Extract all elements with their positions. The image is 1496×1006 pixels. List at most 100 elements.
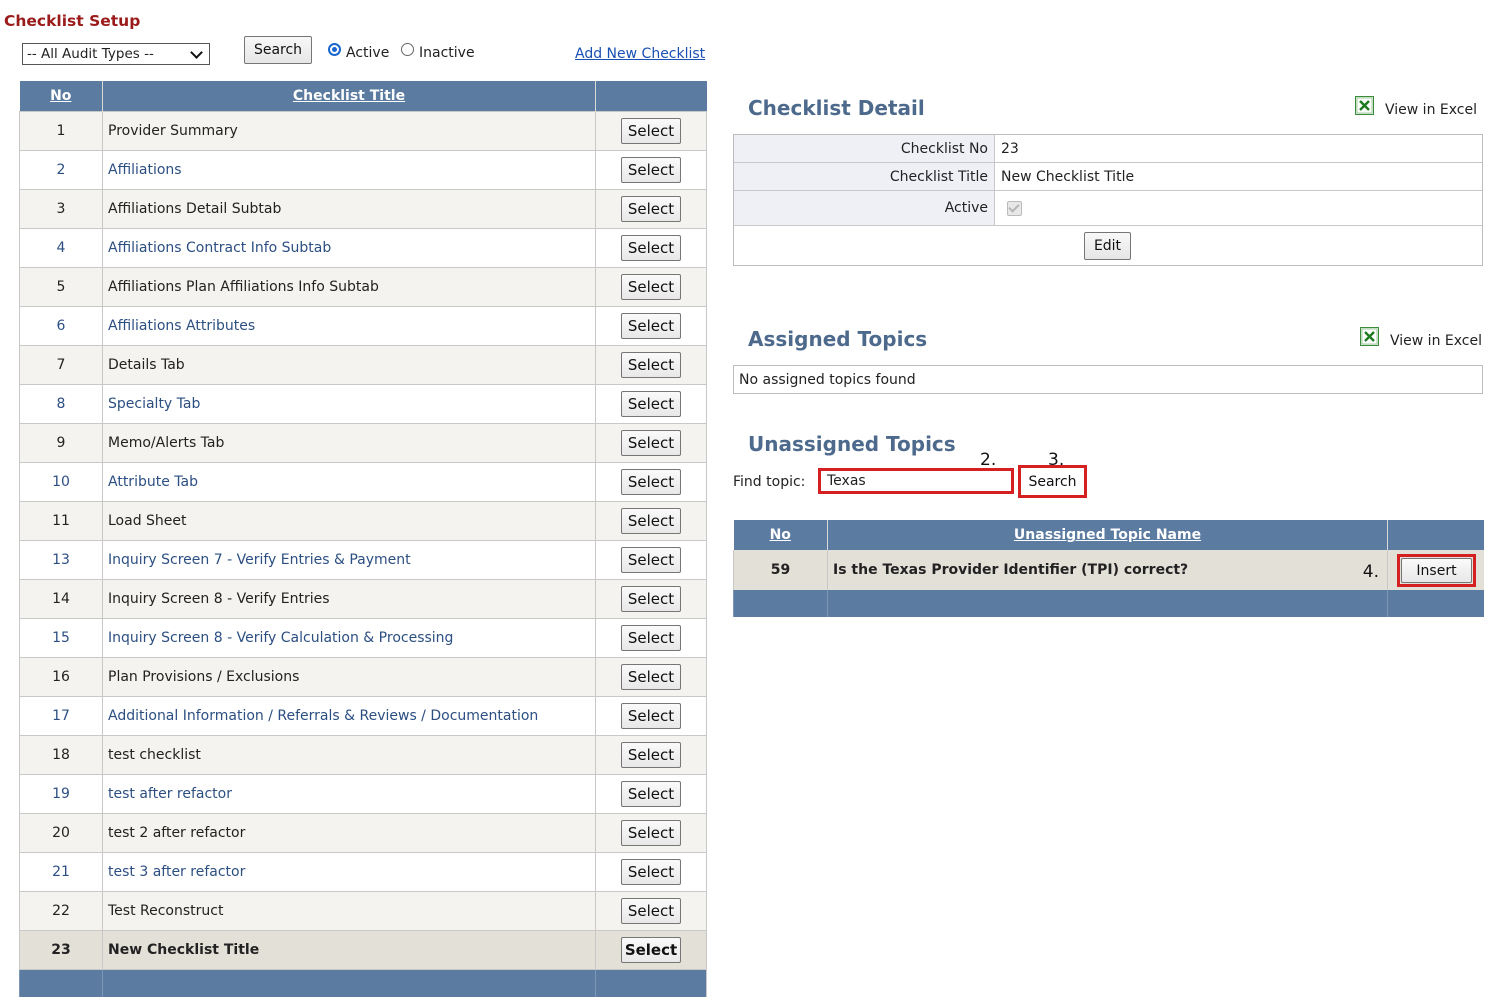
checklist-title: test 3 after refactor bbox=[102, 852, 596, 892]
select-button[interactable]: Select bbox=[621, 313, 681, 339]
inactive-radio[interactable] bbox=[401, 43, 414, 56]
checklist-no: 7 bbox=[19, 345, 103, 385]
search-button[interactable]: Search bbox=[244, 36, 312, 64]
col-header-action bbox=[595, 81, 707, 112]
col-header-no[interactable]: No bbox=[19, 81, 103, 112]
step-2-annotation: 2. bbox=[980, 450, 997, 470]
checklist-detail-panel: Checklist No 23 Checklist Title New Chec… bbox=[733, 134, 1483, 266]
col-header-no[interactable]: No bbox=[733, 520, 828, 550]
checklist-table: No Checklist Title 1 Provider Summary Sele… bbox=[19, 81, 707, 997]
select-button[interactable]: Select bbox=[621, 664, 681, 690]
detail-view-excel-link[interactable]: View in Excel bbox=[1385, 102, 1477, 118]
chevron-down-icon bbox=[190, 45, 203, 59]
edit-button[interactable]: Edit bbox=[1084, 232, 1131, 260]
select-button[interactable]: Select bbox=[621, 391, 681, 417]
checklist-action-cell: Select bbox=[595, 345, 707, 385]
checklist-title: Details Tab bbox=[102, 345, 596, 385]
col-header-title[interactable]: Checklist Title bbox=[102, 81, 596, 112]
insert-highlight: Insert bbox=[1397, 554, 1476, 587]
checklist-no: 21 bbox=[19, 852, 103, 892]
checklist-title: Affiliations Plan Affiliations Info Subt… bbox=[102, 267, 596, 307]
select-button[interactable]: Select bbox=[621, 469, 681, 495]
select-button[interactable]: Select bbox=[621, 820, 681, 846]
select-button[interactable]: Select bbox=[621, 937, 681, 963]
checklist-action-cell: Select bbox=[595, 267, 707, 307]
checklist-action-cell: Select bbox=[595, 930, 707, 970]
add-new-checklist-link[interactable]: Add New Checklist bbox=[575, 46, 705, 62]
table-row: 5 Affiliations Plan Affiliations Info Sub… bbox=[19, 267, 707, 307]
select-button[interactable]: Select bbox=[621, 742, 681, 768]
table-row: 2 Affiliations Select bbox=[19, 150, 707, 190]
checklist-no: 2 bbox=[19, 150, 103, 190]
table-row: 1 Provider Summary Select bbox=[19, 111, 707, 151]
select-button[interactable]: Select bbox=[621, 586, 681, 612]
checklist-title: Inquiry Screen 7 - Verify Entries & Paym… bbox=[102, 540, 596, 580]
select-button[interactable]: Select bbox=[621, 703, 681, 729]
unassigned-topics-heading: Unassigned Topics bbox=[748, 432, 956, 456]
topic-action-cell: Insert bbox=[1387, 550, 1484, 590]
select-button[interactable]: Select bbox=[621, 157, 681, 183]
checklist-action-cell: Select bbox=[595, 111, 707, 151]
checklist-action-cell: Select bbox=[595, 852, 707, 892]
select-button[interactable]: Select bbox=[621, 430, 681, 456]
checklist-action-cell: Select bbox=[595, 384, 707, 424]
col-header-action bbox=[1387, 520, 1484, 550]
checklist-no: 22 bbox=[19, 891, 103, 931]
topic-no: 59 bbox=[733, 550, 828, 590]
checklist-action-cell: Select bbox=[595, 189, 707, 229]
table-row: 6 Affiliations Attributes Select bbox=[19, 306, 707, 346]
insert-button[interactable]: Insert bbox=[1401, 558, 1472, 583]
audit-type-select[interactable]: -- All Audit Types -- bbox=[22, 43, 210, 65]
checklist-no: 11 bbox=[19, 501, 103, 541]
detail-value-title: New Checklist Title bbox=[1001, 168, 1135, 185]
excel-icon[interactable] bbox=[1355, 96, 1374, 115]
checklist-action-cell: Select bbox=[595, 306, 707, 346]
table-row: 16 Plan Provisions / Exclusions Select bbox=[19, 657, 707, 697]
checklist-title: Additional Information / Referrals & Rev… bbox=[102, 696, 596, 736]
select-button[interactable]: Select bbox=[621, 274, 681, 300]
select-button[interactable]: Select bbox=[621, 859, 681, 885]
select-button[interactable]: Select bbox=[621, 196, 681, 222]
find-topic-input[interactable]: Texas bbox=[818, 468, 1014, 494]
detail-label-title: Checklist Title bbox=[734, 163, 995, 190]
table-row: 15 Inquiry Screen 8 - Verify Calculation … bbox=[19, 618, 707, 658]
checklist-title: Affiliations Attributes bbox=[102, 306, 596, 346]
checklist-no: 8 bbox=[19, 384, 103, 424]
unassigned-table-header: No Unassigned Topic Name bbox=[733, 520, 1484, 550]
table-row: 10 Attribute Tab Select bbox=[19, 462, 707, 502]
select-button[interactable]: Select bbox=[621, 352, 681, 378]
table-row: 21 test 3 after refactor Select bbox=[19, 852, 707, 892]
detail-value-active bbox=[996, 191, 1482, 225]
select-button[interactable]: Select bbox=[621, 508, 681, 534]
assigned-view-excel-link[interactable]: View in Excel bbox=[1390, 333, 1482, 349]
checklist-no: 13 bbox=[19, 540, 103, 580]
select-button[interactable]: Select bbox=[621, 625, 681, 651]
checklist-action-cell: Select bbox=[595, 735, 707, 775]
checklist-detail-heading: Checklist Detail bbox=[748, 96, 925, 120]
checklist-action-cell: Select bbox=[595, 540, 707, 580]
select-button[interactable]: Select bbox=[621, 235, 681, 261]
checklist-action-cell: Select bbox=[595, 618, 707, 658]
checklist-action-cell: Select bbox=[595, 579, 707, 619]
active-radio[interactable] bbox=[328, 43, 341, 56]
select-button[interactable]: Select bbox=[621, 781, 681, 807]
select-button[interactable]: Select bbox=[621, 898, 681, 924]
checklist-no: 1 bbox=[19, 111, 103, 151]
topic-name-cell: Is the Texas Provider Identifier (TPI) c… bbox=[827, 550, 1388, 590]
select-button[interactable]: Select bbox=[621, 547, 681, 573]
detail-label-no: Checklist No bbox=[734, 135, 995, 162]
detail-row-title: Checklist Title New Checklist Title bbox=[734, 163, 1482, 191]
col-header-topic-name[interactable]: Unassigned Topic Name bbox=[827, 520, 1388, 550]
excel-icon[interactable] bbox=[1360, 327, 1379, 346]
checklist-title: test 2 after refactor bbox=[102, 813, 596, 853]
table-row: 14 Inquiry Screen 8 - Verify Entries Selec… bbox=[19, 579, 707, 619]
topic-search-button[interactable]: Search bbox=[1022, 469, 1083, 494]
table-row: 13 Inquiry Screen 7 - Verify Entries & Pa… bbox=[19, 540, 707, 580]
table-row: 11 Load Sheet Select bbox=[19, 501, 707, 541]
table-row: 4 Affiliations Contract Info Subtab Select bbox=[19, 228, 707, 268]
select-button[interactable]: Select bbox=[621, 118, 681, 144]
checklist-title: Affiliations bbox=[102, 150, 596, 190]
inactive-radio-label: Inactive bbox=[419, 45, 475, 61]
checklist-action-cell: Select bbox=[595, 150, 707, 190]
checklist-no: 23 bbox=[19, 930, 103, 970]
